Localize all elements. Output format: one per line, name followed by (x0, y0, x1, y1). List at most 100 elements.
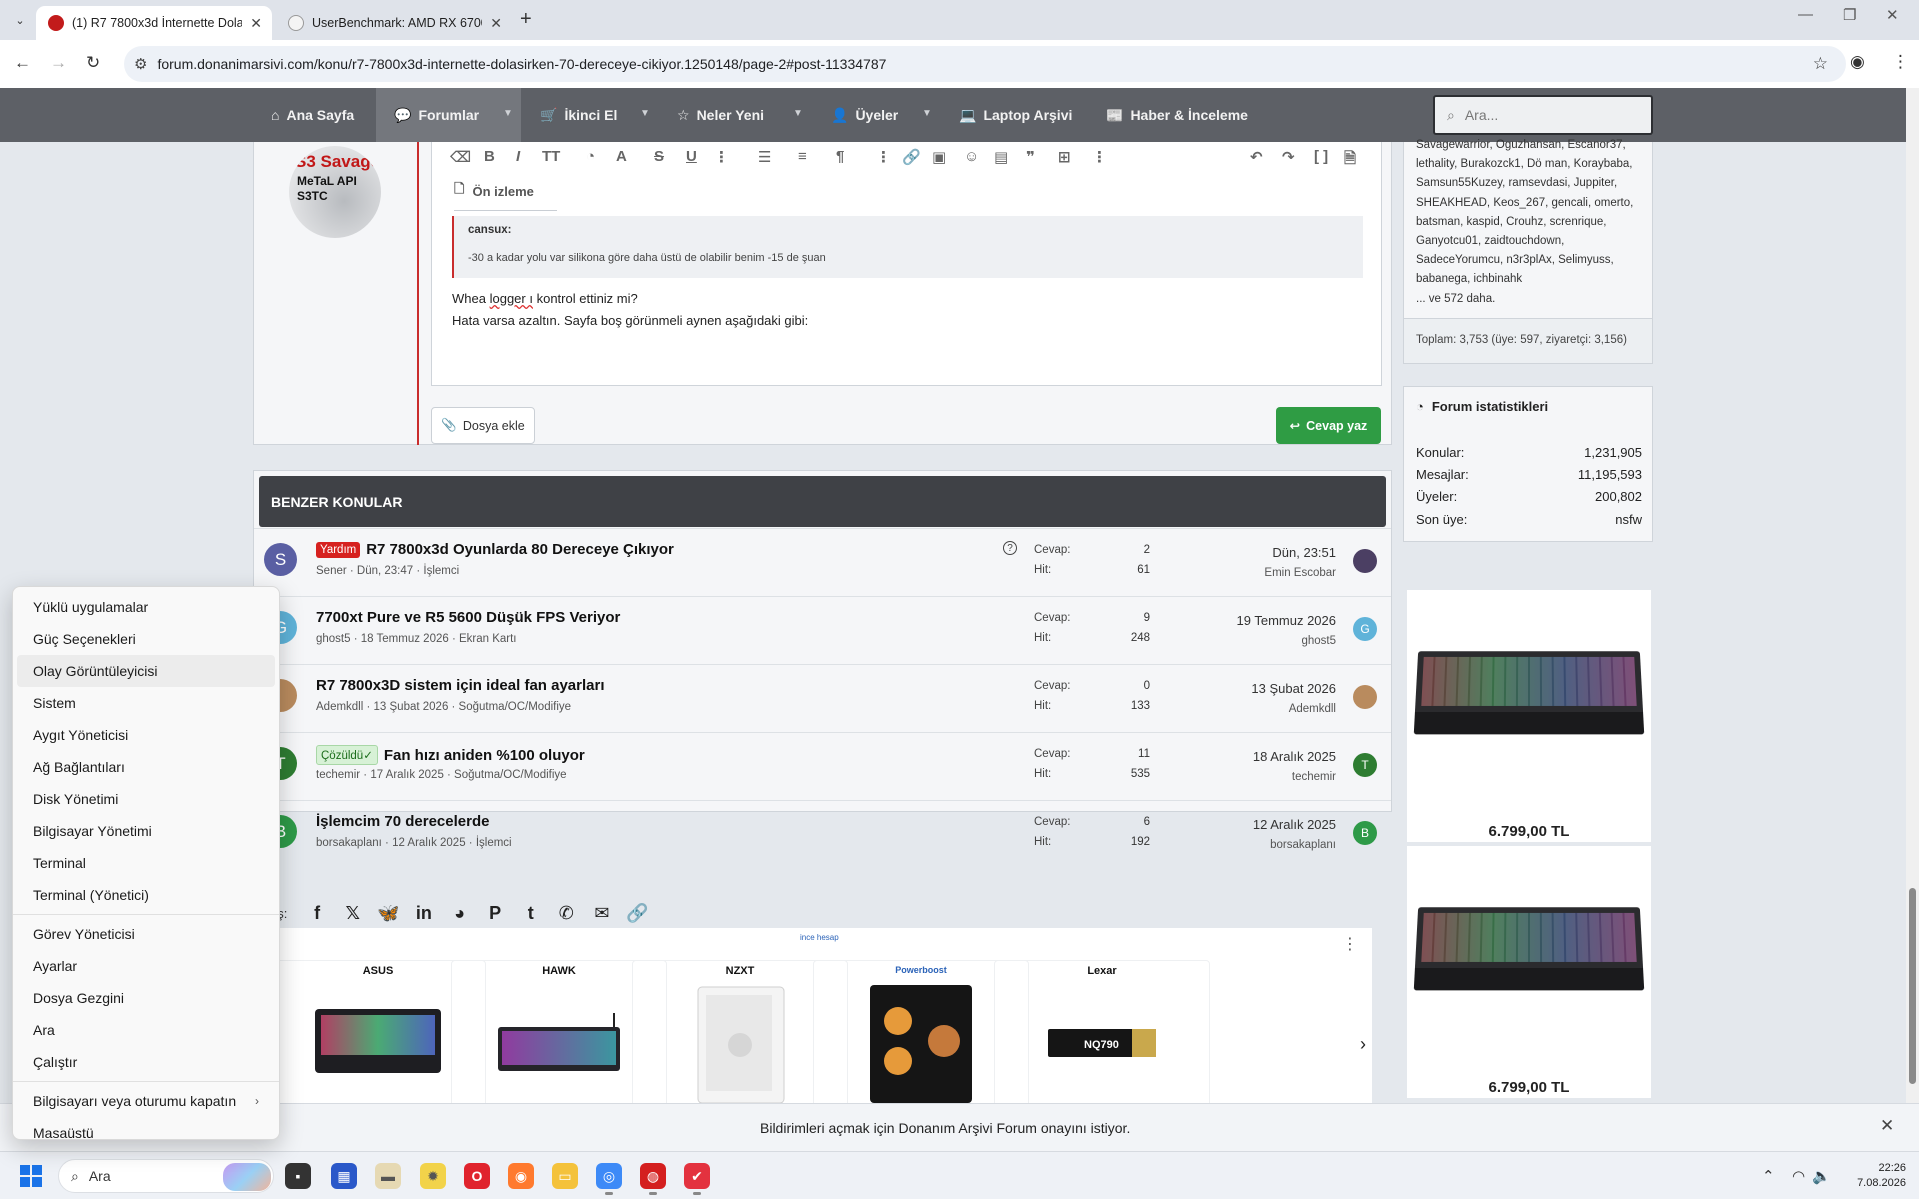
menu-item[interactable]: Olay Görüntüleyicisi (17, 655, 275, 687)
thread-title[interactable]: İşlemcim 70 derecelerde (316, 813, 489, 830)
editor-content[interactable]: Whea logger ı kontrol ettiniz mi? Hata v… (452, 288, 808, 332)
browser-tab-forum[interactable]: (1) R7 7800x3d İnternette Dolaş ✕ (36, 6, 272, 40)
thread-title-text[interactable]: 7700xt Pure ve R5 5600 Düşük FPS Veriyor (316, 609, 620, 626)
menu-item[interactable]: Disk Yönetimi (17, 783, 275, 815)
list-icon[interactable]: ☰ (758, 148, 771, 166)
more-options-icon[interactable]: ⋮ (876, 148, 891, 166)
chevron-down-icon[interactable]: ▼ (793, 108, 803, 119)
avatar[interactable]: T (1353, 753, 1377, 777)
settings-gear-icon[interactable]: ✹ (420, 1163, 446, 1189)
menu-item[interactable]: Sistem (17, 687, 275, 719)
nav-second-hand[interactable]: 🛒 İkinci El (540, 88, 617, 142)
image-icon[interactable]: ▣ (932, 148, 946, 166)
nav-home[interactable]: ⌂ Ana Sayfa (271, 88, 354, 142)
menu-item[interactable]: Terminal (Yönetici) (17, 879, 275, 911)
last-post-date[interactable]: 18 Aralık 2025 (1253, 749, 1336, 764)
bbcode-toggle-icon[interactable]: [ ] (1314, 148, 1328, 165)
nav-forums[interactable]: 💬 Forumlar (376, 88, 521, 142)
paragraph-icon[interactable]: ¶ (836, 148, 844, 165)
menu-item[interactable]: Dosya Gezgini (17, 982, 275, 1014)
avatar[interactable]: B (1353, 821, 1377, 845)
tab-close-icon[interactable]: ✕ (250, 15, 262, 32)
emoji-icon[interactable]: ☺ (964, 148, 979, 165)
pinterest-icon[interactable]: P (477, 903, 513, 924)
page-scrollbar[interactable] (1906, 88, 1919, 1103)
menu-item[interactable]: Ağ Bağlantıları (17, 751, 275, 783)
avatar[interactable]: G (1353, 617, 1377, 641)
last-post-user[interactable]: borsakaplanı (1270, 839, 1336, 851)
thread-title-text[interactable]: İşlemcim 70 derecelerde (316, 813, 489, 830)
last-post-date[interactable]: 13 Şubat 2026 (1251, 681, 1336, 696)
reload-icon[interactable]: ↻ (86, 53, 100, 73)
browser-menu-icon[interactable]: ⋮ (1892, 52, 1909, 72)
thread-row[interactable]: T Çözüldü✓ Fan hızı aniden %100 oluyor tech… (254, 732, 1391, 800)
start-button[interactable] (20, 1165, 42, 1187)
file-explorer-icon[interactable]: ▭ (552, 1163, 578, 1189)
thread-title-text[interactable]: R7 7800x3D sistem için ideal fan ayarlar… (316, 677, 605, 694)
palette-icon[interactable]: ◔ (586, 148, 595, 165)
drafts-icon[interactable]: 🗎 (1344, 148, 1356, 173)
ad-options-icon[interactable]: ⋮ (1342, 934, 1358, 954)
menu-item[interactable]: Ayarlar (17, 950, 275, 982)
menu-item[interactable]: Yüklü uygulamalar (17, 591, 275, 623)
last-post-date[interactable]: Dün, 23:51 (1272, 545, 1336, 560)
more-members-link[interactable]: ... ve 572 daha. (1416, 293, 1495, 305)
taskbar-clock[interactable]: 22:26 7.08.2026 (1818, 1161, 1906, 1191)
close-icon[interactable]: ✕ (1880, 1116, 1894, 1136)
chevron-down-icon[interactable]: ▼ (922, 108, 932, 119)
chevron-down-icon[interactable]: ▼ (503, 108, 513, 119)
last-post-user[interactable]: ghost5 (1301, 635, 1336, 647)
carousel-next-icon[interactable]: › (1360, 1034, 1366, 1055)
bold-icon[interactable]: B (484, 148, 495, 165)
wifi-icon[interactable]: ◠ (1792, 1167, 1805, 1185)
thread-row[interactable]: S Yardım R7 7800x3d Oyunlarda 80 Dereceye … (254, 528, 1391, 596)
tumblr-icon[interactable]: t (513, 903, 549, 924)
thread-row[interactable]: R7 7800x3D sistem için ideal fan ayarlar… (254, 664, 1391, 732)
sidebar-ad[interactable]: 6.799,00 TL (1407, 846, 1651, 1098)
nav-laptop-archive[interactable]: 💻 Laptop Arşivi (959, 88, 1072, 142)
latest-member-link[interactable]: nsfw (1615, 512, 1642, 527)
menu-item[interactable]: Terminal (17, 847, 275, 879)
thread-row[interactable]: G 7700xt Pure ve R5 5600 Düşük FPS Veriyo… (254, 596, 1391, 664)
last-post-date[interactable]: 19 Temmuz 2026 (1237, 613, 1337, 628)
media-icon[interactable]: ▤ (994, 148, 1008, 166)
thread-title[interactable]: R7 7800x3D sistem için ideal fan ayarlar… (316, 677, 605, 694)
nav-news-reviews[interactable]: 📰 Haber & İnceleme (1106, 88, 1248, 142)
quote-icon[interactable]: ❞ (1026, 148, 1035, 166)
link-icon[interactable]: 🔗 (902, 148, 921, 166)
chevron-up-icon[interactable]: ⌃ (1762, 1167, 1775, 1185)
menu-item[interactable]: Aygıt Yöneticisi (17, 719, 275, 751)
more-options-icon[interactable]: ⋮ (714, 148, 729, 166)
tab-preview[interactable]: 🗋 Ön izleme (454, 180, 557, 211)
last-post-user[interactable]: Emin Escobar (1264, 567, 1336, 579)
menu-item[interactable]: Ara (17, 1014, 275, 1046)
more-options-icon[interactable]: ⋮ (1092, 148, 1107, 166)
minimize-icon[interactable]: — (1798, 6, 1813, 23)
bookmark-star-icon[interactable]: ☆ (1813, 54, 1828, 74)
bluesky-icon[interactable]: 🦋 (371, 903, 407, 924)
thread-title[interactable]: Yardım R7 7800x3d Oyunlarda 80 Dereceye Ç… (316, 541, 674, 558)
facebook-icon[interactable]: f (299, 903, 335, 924)
redo-icon[interactable]: ↷ (1282, 148, 1295, 166)
font-size-icon[interactable]: TT (542, 148, 560, 165)
strikethrough-icon[interactable]: S (654, 148, 664, 165)
window-close-icon[interactable]: ✕ (1886, 6, 1899, 24)
ad-carousel[interactable]: ince hesap ⋮ ASUS HAWK NZXT Powerboost L… (270, 928, 1372, 1103)
eraser-icon[interactable]: ⌫ (450, 148, 471, 166)
store-icon[interactable]: ▦ (331, 1163, 357, 1189)
thread-title[interactable]: 7700xt Pure ve R5 5600 Düşük FPS Veriyor (316, 609, 620, 626)
mail-app-icon[interactable]: ✔ (684, 1163, 710, 1195)
site-info-icon[interactable]: ⚙ (134, 55, 147, 73)
thread-row[interactable]: B İşlemcim 70 derecelerde borsakaplanı · 1… (254, 800, 1391, 868)
link-icon[interactable]: 🔗 (620, 903, 656, 924)
underline-icon[interactable]: U (686, 148, 697, 165)
attach-file-button[interactable]: 📎 Dosya ekle (431, 407, 535, 444)
forward-icon[interactable]: → (50, 53, 67, 73)
last-post-date[interactable]: 12 Aralık 2025 (1253, 817, 1336, 832)
address-bar[interactable]: ⚙ forum.donanimarsivi.com/konu/r7-7800x3… (124, 46, 1846, 82)
email-icon[interactable]: ✉ (584, 903, 620, 924)
nav-members[interactable]: 👤 Üyeler (831, 88, 898, 142)
menu-item[interactable]: Masaüstü (17, 1117, 275, 1149)
post-reply-button[interactable]: ↩ Cevap yaz (1276, 407, 1381, 444)
menu-item[interactable]: Görev Yöneticisi (17, 918, 275, 950)
